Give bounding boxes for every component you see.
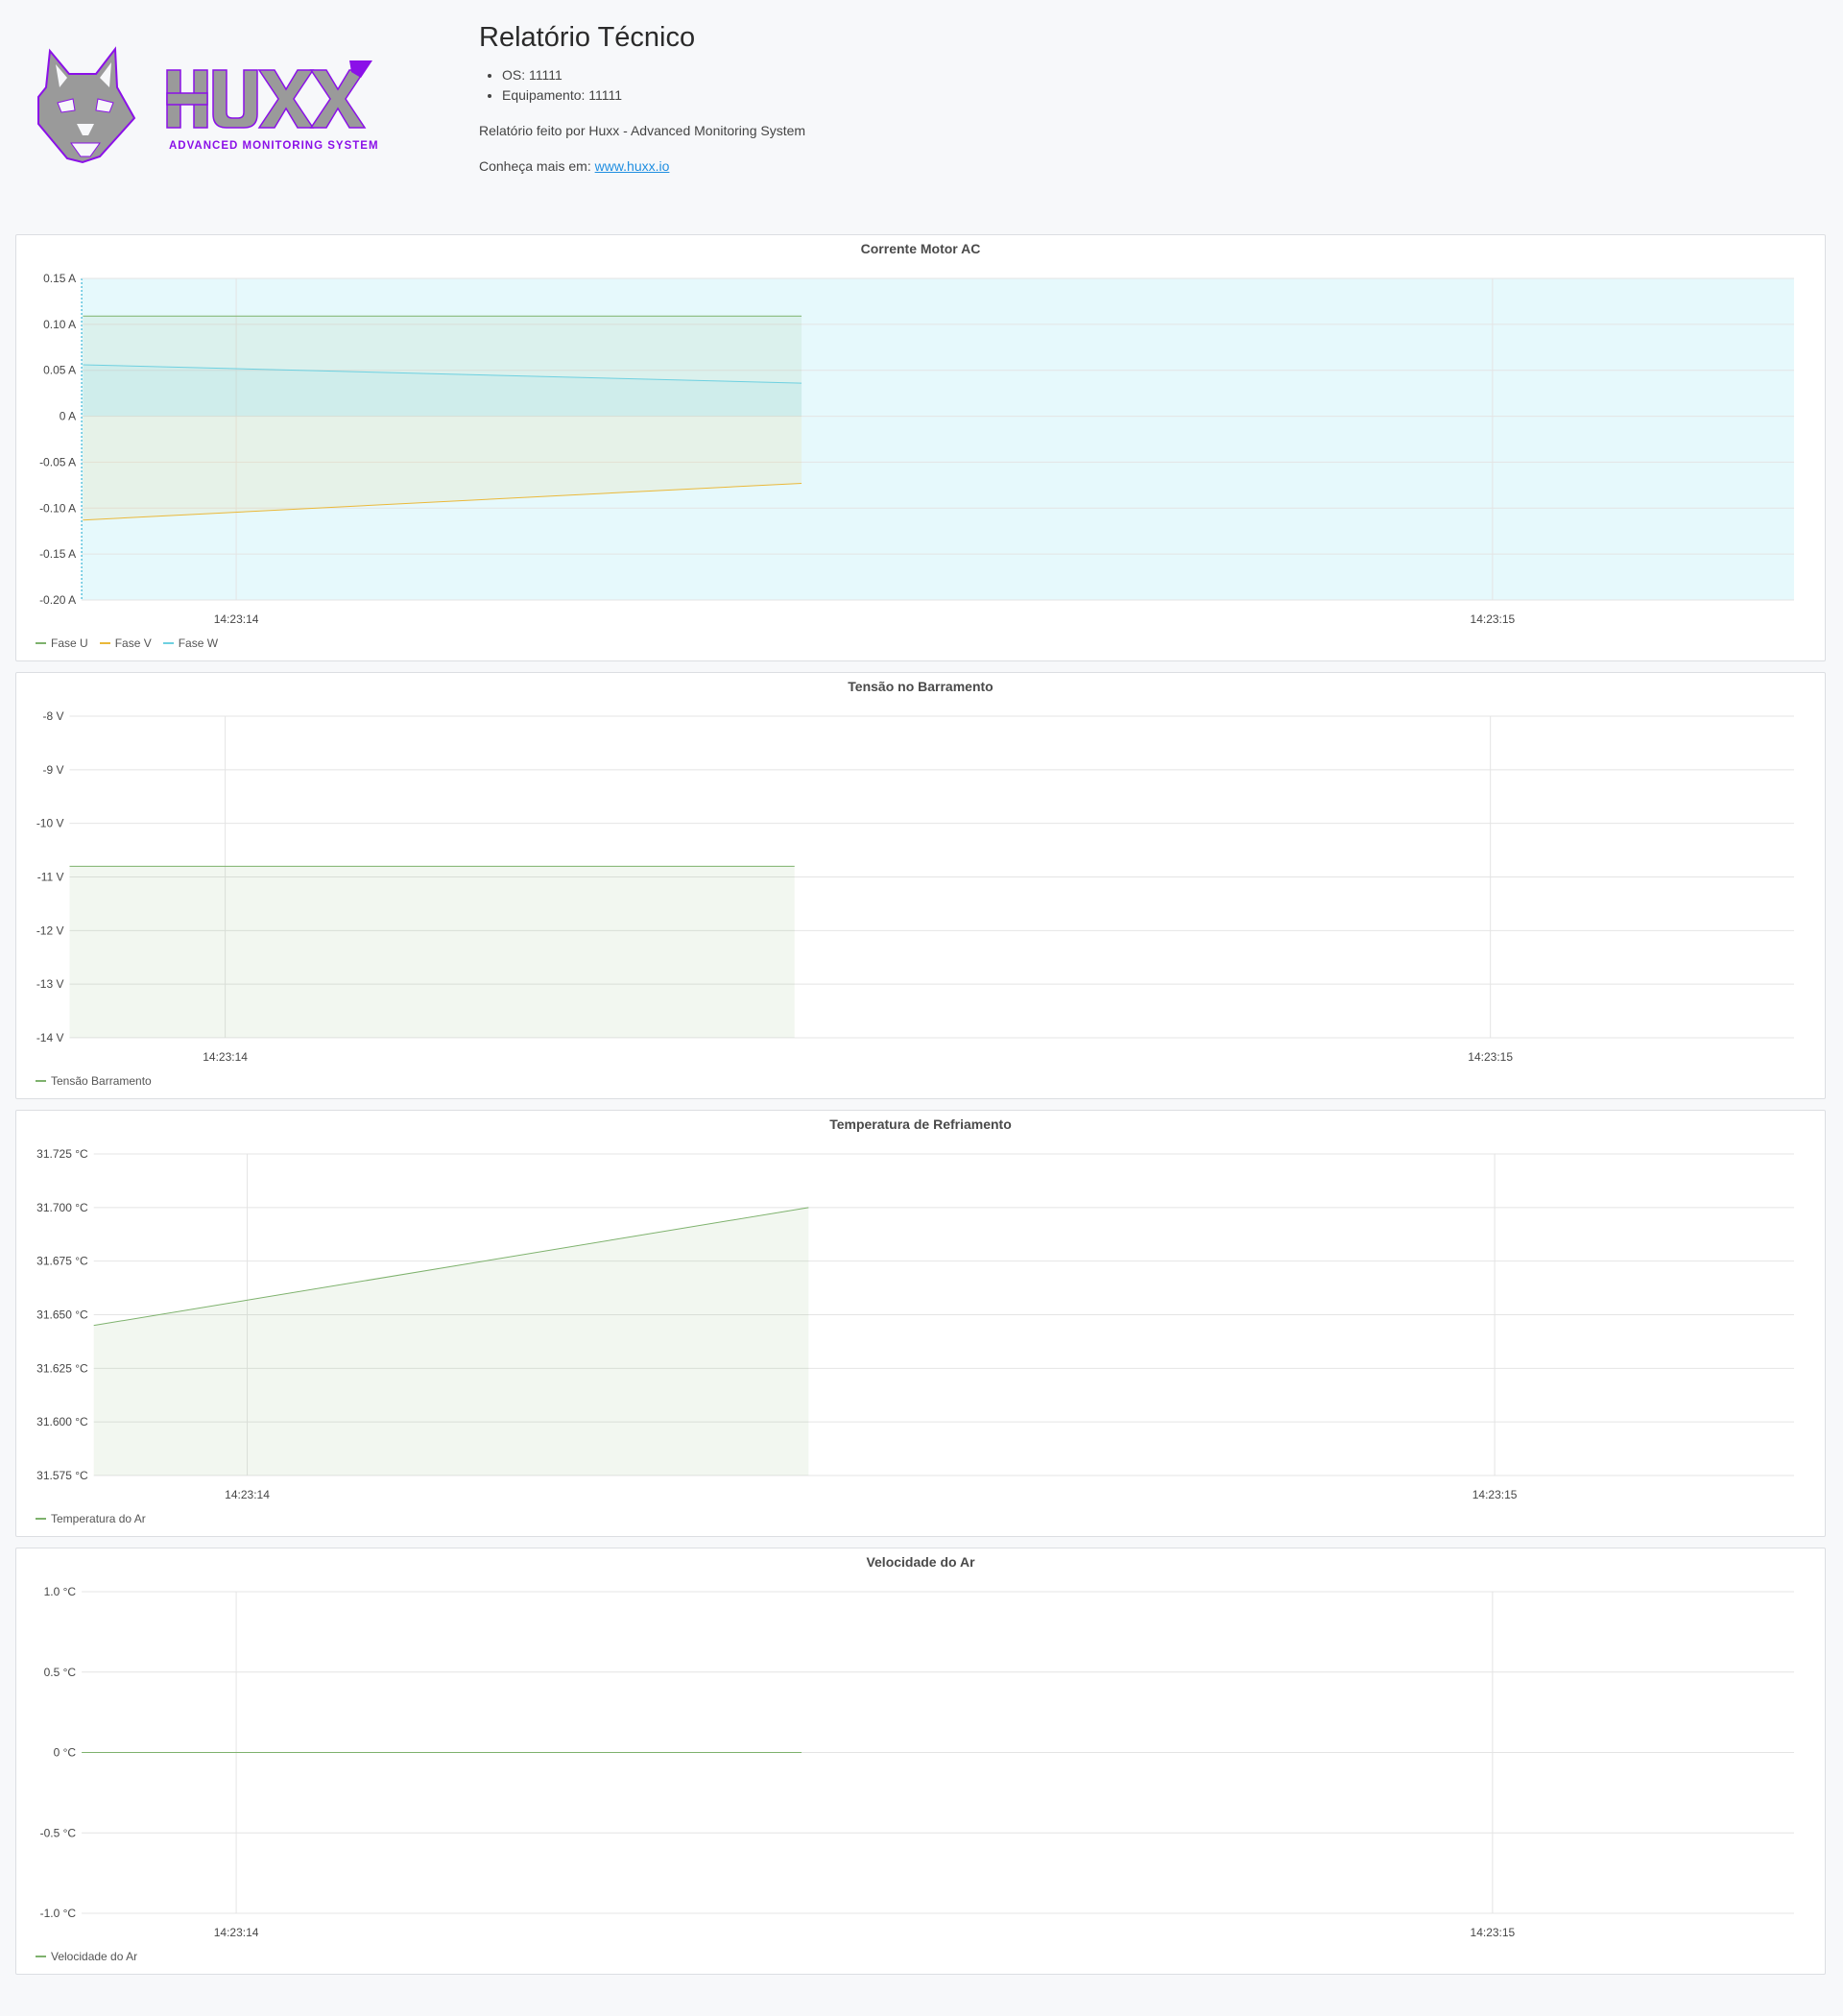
- report-page: ADVANCED MONITORING SYSTEM Relatório Téc…: [0, 0, 1843, 2016]
- y-tick-label: 0.10 A: [43, 318, 76, 331]
- legend-swatch: [36, 642, 46, 644]
- y-tick-label: 31.575 °C: [36, 1469, 88, 1482]
- legend-swatch: [99, 642, 110, 644]
- legend-item[interactable]: Fase U: [36, 636, 88, 650]
- legend-label: Fase U: [51, 636, 88, 650]
- panel-tensao-barramento: Tensão no Barramento -8 V -9 V -10 V -11 V-…: [15, 672, 1826, 1099]
- huxx-website-link[interactable]: www.huxx.io: [595, 158, 670, 174]
- y-tick-label: -10 V: [36, 817, 64, 830]
- x-tick-label: 14:23:15: [1468, 1050, 1513, 1064]
- panel-corrente-motor: Corrente Motor AC 0.15 A 0.10 A 0.05 A0 A-…: [15, 234, 1826, 661]
- legend-item[interactable]: Temperatura do Ar: [36, 1512, 146, 1525]
- report-info: Relatório Técnico OS: 11111 Equipamento:…: [479, 19, 805, 192]
- y-tick-label: 31.600 °C: [36, 1415, 88, 1428]
- x-tick-label: 14:23:14: [214, 1926, 259, 1939]
- made-by-text: Relatório feito por Huxx - Advanced Moni…: [479, 123, 806, 138]
- huxx-logo: ADVANCED MONITORING SYSTEM: [36, 43, 382, 168]
- legend-swatch: [162, 642, 174, 644]
- x-tick-label: 14:23:15: [1472, 1488, 1518, 1501]
- legend-label: Fase V: [114, 636, 152, 650]
- x-tick-label: 14:23:14: [214, 612, 259, 626]
- panel-velocidade-ar: Velocidade do Ar 1.0 °C 0.5 °C 0 °C -0.5 °C…: [15, 1548, 1826, 1975]
- y-tick-label: 31.650 °C: [36, 1308, 88, 1322]
- legend-item[interactable]: Fase W: [162, 636, 219, 650]
- x-tick-label: 14:23:14: [203, 1050, 248, 1064]
- y-tick-label: 0.5 °C: [44, 1666, 77, 1679]
- series-fill-temperatura-do-ar: [93, 1207, 809, 1476]
- more-info: Conheça mais em: www.huxx.io: [479, 156, 805, 177]
- x-tick-label: 14:23:15: [1471, 1926, 1516, 1939]
- y-tick-label: 31.700 °C: [36, 1201, 88, 1214]
- y-tick-label: -13 V: [36, 977, 64, 991]
- legend-item[interactable]: Velocidade do Ar: [36, 1950, 137, 1963]
- report-header: ADVANCED MONITORING SYSTEM Relatório Téc…: [0, 0, 1843, 221]
- page-title: Relatório Técnico: [479, 22, 696, 53]
- y-tick-label: -0.20 A: [39, 593, 76, 607]
- legend-label: Tensão Barramento: [51, 1074, 152, 1088]
- y-tick-label: 0.15 A: [43, 272, 76, 285]
- y-tick-label: 1.0 °C: [44, 1585, 77, 1598]
- legend-label: Temperatura do Ar: [51, 1512, 146, 1525]
- report-details: OS: 11111 Equipamento: 11111: [479, 65, 805, 106]
- huxx-logo-graphic: ADVANCED MONITORING SYSTEM: [37, 46, 379, 164]
- y-tick-label: 31.625 °C: [36, 1361, 88, 1375]
- y-tick-label: 0 A: [60, 410, 76, 423]
- chart-tensao-barramento[interactable]: -8 V -9 V -10 V -11 V -12 V -13 V -14 V 14:23:1…: [16, 673, 1827, 1100]
- y-tick-label: -0.5 °C: [40, 1826, 77, 1839]
- legend-swatch: [36, 1956, 46, 1957]
- x-tick-label: 14:23:14: [225, 1488, 270, 1501]
- legend-swatch: [36, 1080, 46, 1082]
- logo-tagline: ADVANCED MONITORING SYSTEM: [169, 140, 379, 152]
- wolf-icon: [37, 46, 136, 164]
- legend-item[interactable]: Tensão Barramento: [36, 1074, 152, 1088]
- chart-temperatura-refriamento[interactable]: 31.725 °C 31.700 °C 31.675 °C 31.650 °C 31.6…: [16, 1111, 1827, 1538]
- y-tick-label: -9 V: [42, 763, 63, 777]
- y-tick-label: -0.05 A: [39, 455, 76, 468]
- legend-item[interactable]: Fase V: [99, 636, 152, 650]
- chart-velocidade-ar[interactable]: 1.0 °C 0.5 °C 0 °C -0.5 °C -1.0 °C 14:23:14 14…: [16, 1548, 1827, 1976]
- chart-legend: Temperatura do Ar: [36, 1512, 146, 1525]
- chart-legend: Tensão Barramento: [36, 1074, 152, 1088]
- chart-legend: Velocidade do Ar: [36, 1950, 137, 1963]
- os-number: OS: 11111: [502, 65, 805, 85]
- panel-temperatura-refriamento: Temperatura de Refriamento 31.725 °C 31.7…: [15, 1110, 1826, 1537]
- legend-swatch: [36, 1518, 46, 1520]
- y-tick-label: -8 V: [42, 709, 63, 723]
- more-info-prefix: Conheça mais em:: [479, 158, 595, 174]
- y-tick-label: -12 V: [36, 924, 64, 937]
- y-tick-label: -0.15 A: [39, 547, 76, 561]
- y-tick-label: -11 V: [37, 871, 64, 884]
- y-tick-label: 31.725 °C: [36, 1147, 88, 1161]
- x-tick-label: 14:23:15: [1471, 612, 1516, 626]
- y-tick-label: 0.05 A: [43, 364, 76, 377]
- chart-legend: Fase U Fase V Fase W: [36, 636, 218, 650]
- legend-label: Fase W: [178, 636, 219, 650]
- y-tick-label: 31.675 °C: [36, 1255, 88, 1268]
- huxx-wordmark: [166, 60, 372, 129]
- chart-corrente-motor[interactable]: 0.15 A 0.10 A 0.05 A 0 A -0.05 A -0.10 A -0.15…: [16, 235, 1827, 662]
- legend-label: Velocidade do Ar: [51, 1950, 138, 1963]
- y-tick-label: 0 °C: [54, 1746, 77, 1760]
- y-tick-label: -1.0 °C: [40, 1907, 77, 1920]
- series-fill-tens-o-barramento: [69, 866, 795, 1038]
- y-tick-label: -14 V: [36, 1031, 64, 1044]
- y-tick-label: -0.10 A: [39, 501, 76, 515]
- equipment-number: Equipamento: 11111: [502, 85, 805, 106]
